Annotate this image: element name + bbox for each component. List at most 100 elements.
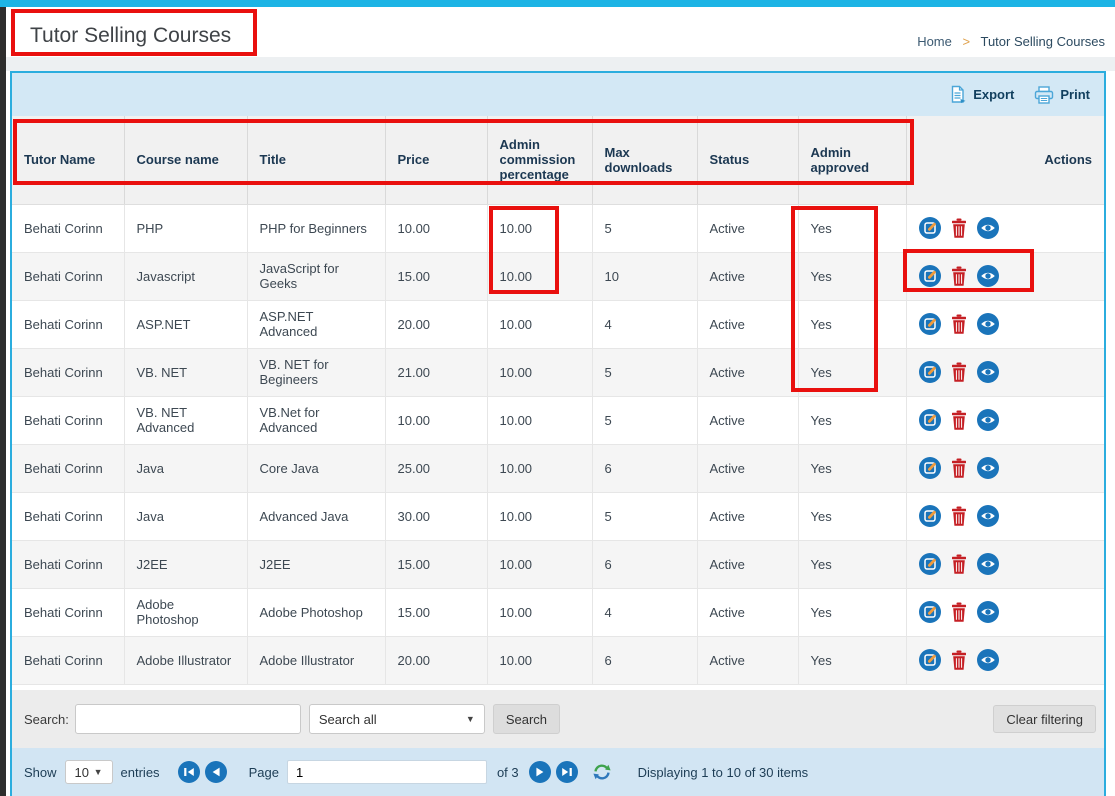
refresh-icon <box>592 762 612 782</box>
first-page-button[interactable] <box>178 761 200 783</box>
edit-course-button[interactable] <box>919 601 941 623</box>
previous-page-button[interactable] <box>205 761 227 783</box>
cell-price: 21.00 <box>385 348 487 396</box>
table-row[interactable]: Behati CorinnVB. NET AdvancedVB.Net for … <box>12 396 1104 444</box>
column-header-admin-approved[interactable]: Admin approved <box>798 116 906 204</box>
chevron-down-icon: ▼ <box>466 714 475 724</box>
entries-select-value: 10 <box>75 765 89 780</box>
table-body: Behati CorinnPHPPHP for Beginners10.0010… <box>12 204 1104 684</box>
breadcrumb-home-link[interactable]: Home <box>917 34 952 49</box>
cell-approved: Yes <box>798 396 906 444</box>
search-filter-select[interactable]: Search all ▼ <box>309 704 485 734</box>
column-header-title[interactable]: Title <box>247 116 385 204</box>
delete-icon <box>950 218 968 239</box>
edit-course-button[interactable] <box>919 553 941 575</box>
cell-title: VB.Net for Advanced <box>247 396 385 444</box>
edit-course-button[interactable] <box>919 265 941 287</box>
view-icon <box>977 649 999 671</box>
delete-course-button[interactable] <box>950 218 968 239</box>
cell-course: Java <box>124 492 247 540</box>
view-icon <box>977 265 999 287</box>
next-page-button[interactable] <box>529 761 551 783</box>
cell-max-downloads: 5 <box>592 492 697 540</box>
column-header-max-downloads[interactable]: Max downloads <box>592 116 697 204</box>
view-course-button[interactable] <box>977 265 999 287</box>
delete-course-button[interactable] <box>950 458 968 479</box>
delete-course-button[interactable] <box>950 362 968 383</box>
refresh-button[interactable] <box>592 762 612 782</box>
view-icon <box>977 553 999 575</box>
table-row[interactable]: Behati CorinnJavaAdvanced Java30.0010.00… <box>12 492 1104 540</box>
view-course-button[interactable] <box>977 649 999 671</box>
export-button[interactable]: Export <box>949 85 1014 104</box>
delete-course-button[interactable] <box>950 410 968 431</box>
cell-tutor: Behati Corinn <box>12 252 124 300</box>
cell-max-downloads: 5 <box>592 348 697 396</box>
delete-course-button[interactable] <box>950 506 968 527</box>
last-page-button[interactable] <box>556 761 578 783</box>
view-course-button[interactable] <box>977 601 999 623</box>
edit-course-button[interactable] <box>919 361 941 383</box>
table-row[interactable]: Behati CorinnASP.NETASP.NET Advanced20.0… <box>12 300 1104 348</box>
view-course-button[interactable] <box>977 409 999 431</box>
clear-filtering-button[interactable]: Clear filtering <box>993 705 1096 733</box>
column-header-course-name[interactable]: Course name <box>124 116 247 204</box>
column-header-actions[interactable]: Actions <box>906 116 1104 204</box>
row-actions <box>919 217 1093 239</box>
view-course-button[interactable] <box>977 217 999 239</box>
cell-approved: Yes <box>798 300 906 348</box>
table-row[interactable]: Behati CorinnJ2EEJ2EE15.0010.006ActiveYe… <box>12 540 1104 588</box>
page-label: Page <box>249 765 279 780</box>
table-row[interactable]: Behati CorinnJavaCore Java25.0010.006Act… <box>12 444 1104 492</box>
cell-tutor: Behati Corinn <box>12 396 124 444</box>
table-row[interactable]: Behati CorinnJavascriptJavaScript for Ge… <box>12 252 1104 300</box>
cell-actions <box>906 396 1104 444</box>
column-header-admin-commission-percentage[interactable]: Admin commission percentage <box>487 116 592 204</box>
edit-course-button[interactable] <box>919 649 941 671</box>
search-button[interactable]: Search <box>493 704 560 734</box>
delete-icon <box>950 506 968 527</box>
cell-tutor: Behati Corinn <box>12 636 124 684</box>
cell-price: 10.00 <box>385 204 487 252</box>
view-course-button[interactable] <box>977 553 999 575</box>
edit-icon <box>919 217 941 239</box>
cell-price: 20.00 <box>385 300 487 348</box>
cell-status: Active <box>697 636 798 684</box>
cell-max-downloads: 4 <box>592 588 697 636</box>
column-header-price[interactable]: Price <box>385 116 487 204</box>
cell-status: Active <box>697 444 798 492</box>
delete-course-button[interactable] <box>950 554 968 575</box>
edit-course-button[interactable] <box>919 409 941 431</box>
delete-course-button[interactable] <box>950 266 968 287</box>
delete-course-button[interactable] <box>950 650 968 671</box>
column-header-tutor-name[interactable]: Tutor Name <box>12 116 124 204</box>
entries-select[interactable]: 10 ▼ <box>65 760 113 784</box>
cell-tutor: Behati Corinn <box>12 348 124 396</box>
view-course-button[interactable] <box>977 361 999 383</box>
cell-commission: 10.00 <box>487 540 592 588</box>
delete-icon <box>950 650 968 671</box>
row-actions <box>919 361 1093 383</box>
edit-icon <box>919 313 941 335</box>
search-input[interactable] <box>75 704 301 734</box>
view-course-button[interactable] <box>977 457 999 479</box>
edit-course-button[interactable] <box>919 313 941 335</box>
table-row[interactable]: Behati CorinnPHPPHP for Beginners10.0010… <box>12 204 1104 252</box>
table-row[interactable]: Behati CorinnAdobe PhotoshopAdobe Photos… <box>12 588 1104 636</box>
edit-course-button[interactable] <box>919 217 941 239</box>
table-row[interactable]: Behati CorinnVB. NETVB. NET for Begineer… <box>12 348 1104 396</box>
print-button[interactable]: Print <box>1034 86 1090 104</box>
edit-course-button[interactable] <box>919 457 941 479</box>
view-course-button[interactable] <box>977 505 999 527</box>
column-header-status[interactable]: Status <box>697 116 798 204</box>
table-row[interactable]: Behati CorinnAdobe IllustratorAdobe Illu… <box>12 636 1104 684</box>
view-icon <box>977 601 999 623</box>
delete-course-button[interactable] <box>950 314 968 335</box>
edit-course-button[interactable] <box>919 505 941 527</box>
cell-actions <box>906 252 1104 300</box>
cell-actions <box>906 300 1104 348</box>
cell-price: 30.00 <box>385 492 487 540</box>
delete-course-button[interactable] <box>950 602 968 623</box>
page-number-input[interactable] <box>287 760 487 784</box>
view-course-button[interactable] <box>977 313 999 335</box>
